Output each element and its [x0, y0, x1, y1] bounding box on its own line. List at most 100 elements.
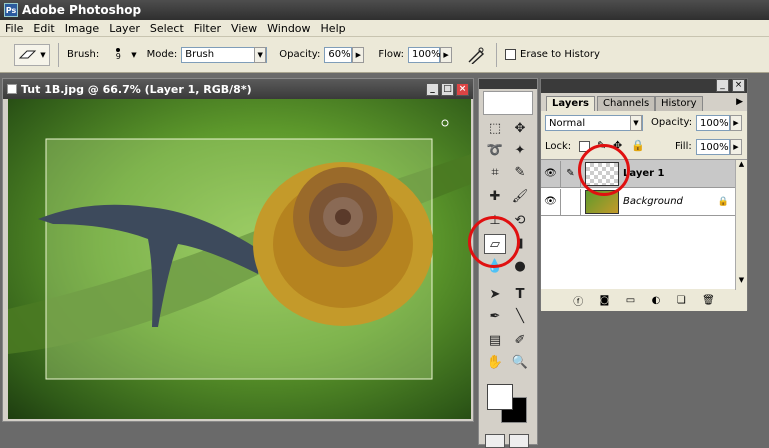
- new-group-icon[interactable]: ▭: [626, 295, 635, 306]
- crop-icon[interactable]: ⌗: [484, 163, 506, 183]
- airbrush-button[interactable]: [464, 44, 488, 66]
- lock-icon: 🔒: [717, 196, 729, 207]
- type-icon[interactable]: T: [509, 285, 531, 305]
- menu-view[interactable]: View: [226, 22, 262, 35]
- adobe-online-button[interactable]: [483, 91, 533, 115]
- brush-size: 9: [115, 52, 121, 61]
- lock-label: Lock:: [545, 141, 572, 152]
- healing-brush-icon[interactable]: ✚: [484, 187, 506, 207]
- opacity-field[interactable]: 60%: [324, 46, 353, 63]
- scroll-up-icon[interactable]: ▲: [736, 160, 747, 168]
- chevron-down-icon: ▼: [630, 115, 642, 131]
- opacity-slider-arrow[interactable]: ▶: [352, 46, 365, 63]
- layer-row[interactable]: 👁 ✎ Layer 1: [541, 160, 735, 188]
- chevron-down-icon: ▼: [40, 50, 46, 59]
- layers-footer: ⓕ ◙ ▭ ◐ ❏ 🗑: [541, 291, 747, 309]
- eraser-preset-picker[interactable]: ▼: [14, 43, 50, 66]
- menu-filter[interactable]: Filter: [189, 22, 226, 35]
- slice-icon[interactable]: ✎: [509, 163, 531, 183]
- layer-opacity-field[interactable]: 100%: [696, 115, 730, 131]
- menu-file[interactable]: File: [0, 22, 28, 35]
- mode-label: Mode:: [146, 49, 178, 60]
- foreground-color-swatch[interactable]: [487, 384, 513, 410]
- airbrush-icon: [468, 47, 485, 64]
- lock-all-icon[interactable]: 🔒: [631, 139, 645, 152]
- menu-select[interactable]: Select: [145, 22, 189, 35]
- image-canvas[interactable]: [8, 99, 471, 419]
- menu-layer[interactable]: Layer: [104, 22, 145, 35]
- flow-slider-arrow[interactable]: ▶: [440, 46, 453, 63]
- menu-image[interactable]: Image: [60, 22, 104, 35]
- menu-edit[interactable]: Edit: [28, 22, 59, 35]
- brush-picker[interactable]: 9: [105, 42, 131, 68]
- scroll-down-icon[interactable]: ▼: [736, 276, 747, 284]
- tab-channels[interactable]: Channels: [597, 96, 656, 111]
- flow-field[interactable]: 100%: [408, 46, 441, 63]
- fill-field[interactable]: 100%: [696, 139, 730, 155]
- maximize-button[interactable]: □: [441, 82, 454, 96]
- palette-menu-button[interactable]: ▶: [736, 97, 743, 107]
- move-icon[interactable]: ✥: [509, 119, 531, 139]
- layer-link-slot[interactable]: [561, 188, 581, 215]
- line-icon[interactable]: ╲: [509, 307, 531, 327]
- erase-history-label: Erase to History: [520, 49, 600, 60]
- zoom-icon[interactable]: 🔍: [509, 353, 531, 373]
- layer-opacity-value: 100%: [700, 117, 729, 129]
- magic-wand-icon[interactable]: ✦: [509, 141, 531, 161]
- close-button[interactable]: ×: [456, 82, 469, 96]
- layers-list: 👁 ✎ Layer 1 👁 Background 🔒 ▲ ▼: [541, 159, 747, 290]
- fill-arrow[interactable]: ▶: [730, 139, 742, 155]
- layer-row[interactable]: 👁 Background 🔒: [541, 188, 735, 216]
- minimize-button[interactable]: _: [426, 82, 439, 96]
- document-window: Tut 1B.jpg @ 66.7% (Layer 1, RGB/8*) _ □…: [2, 78, 474, 422]
- layer-style-icon[interactable]: ⓕ: [573, 293, 583, 308]
- screen-mode-button[interactable]: [509, 434, 529, 448]
- adjustment-layer-icon[interactable]: ◐: [652, 295, 661, 306]
- blend-mode-select[interactable]: Normal ▼: [545, 115, 643, 131]
- minimize-button[interactable]: _: [716, 79, 729, 92]
- hand-icon[interactable]: ✋: [484, 353, 506, 373]
- options-bar: ▼ Brush: 9 ▼ Mode: Brush ▼ Opacity: 60% ▶…: [0, 37, 769, 73]
- blend-mode-value: Normal: [549, 117, 586, 129]
- toolbox-header[interactable]: [479, 79, 537, 89]
- photoshop-icon: Ps: [4, 3, 18, 17]
- tab-layers[interactable]: Layers: [546, 96, 595, 111]
- document-title: Tut 1B.jpg @ 66.7% (Layer 1, RGB/8*): [21, 82, 252, 96]
- close-button[interactable]: ×: [732, 79, 745, 92]
- opacity-value: 60%: [328, 49, 351, 60]
- layers-palette: _ × Layers Channels History ▶ Normal ▼ Op…: [540, 78, 748, 311]
- notes-icon[interactable]: ▤: [484, 331, 506, 351]
- visibility-eye-icon[interactable]: 👁: [541, 188, 561, 215]
- path-selection-icon[interactable]: ➤: [484, 285, 506, 305]
- document-icon: [7, 84, 17, 94]
- pen-icon[interactable]: ✒: [484, 307, 506, 327]
- chevron-down-icon: ▼: [254, 46, 267, 63]
- menu-window[interactable]: Window: [262, 22, 315, 35]
- fill-value: 100%: [700, 141, 729, 153]
- new-layer-icon[interactable]: ❏: [677, 295, 686, 306]
- marquee-icon[interactable]: ⬚: [484, 119, 506, 139]
- menu-help[interactable]: Help: [316, 22, 351, 35]
- layer-mask-icon[interactable]: ◙: [600, 295, 610, 306]
- layer-opacity-arrow[interactable]: ▶: [730, 115, 742, 131]
- eyedropper-icon[interactable]: ✐: [509, 331, 531, 351]
- fill-label: Fill:: [675, 141, 692, 152]
- document-titlebar[interactable]: Tut 1B.jpg @ 66.7% (Layer 1, RGB/8*) _ □…: [3, 79, 473, 99]
- lasso-icon[interactable]: ➰: [484, 141, 506, 161]
- quick-mask-button[interactable]: [485, 434, 505, 448]
- opacity-label: Opacity:: [279, 49, 321, 60]
- eraser-icon: [19, 50, 37, 58]
- chevron-down-icon[interactable]: ▼: [131, 51, 136, 59]
- app-titlebar: Ps Adobe Photoshop: [0, 0, 769, 20]
- menu-bar: File Edit Image Layer Select Filter View…: [0, 20, 769, 37]
- mode-select[interactable]: Brush ▼: [181, 46, 268, 63]
- trash-icon[interactable]: 🗑: [702, 295, 715, 306]
- layers-scrollbar[interactable]: ▲ ▼: [735, 160, 747, 290]
- palette-header[interactable]: _ ×: [541, 79, 747, 93]
- brush-icon[interactable]: 🖌: [509, 187, 531, 207]
- snail-photo: [8, 119, 471, 380]
- visibility-eye-icon[interactable]: 👁: [541, 160, 561, 187]
- tab-history[interactable]: History: [655, 96, 703, 111]
- flow-label: Flow:: [378, 49, 405, 60]
- erase-history-checkbox[interactable]: [505, 49, 517, 60]
